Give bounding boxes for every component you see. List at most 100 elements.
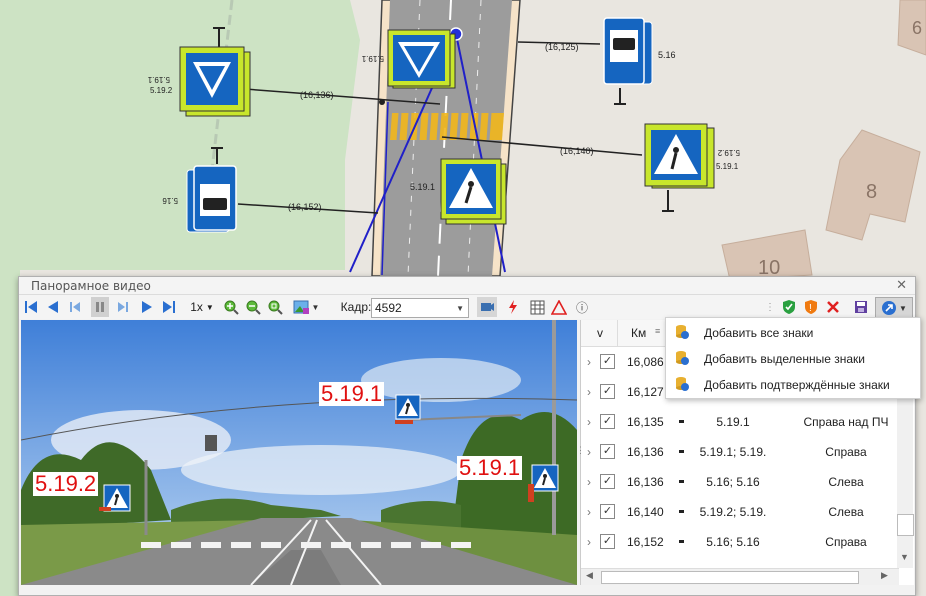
row-checkbox[interactable]: ✓: [600, 414, 615, 429]
horizontal-scrollbar[interactable]: ◀ ▶: [581, 568, 899, 585]
scroll-right-icon[interactable]: ▶: [881, 570, 888, 581]
column-header-km[interactable]: Км: [631, 326, 646, 340]
side-cell: Справа над ПЧ: [803, 415, 889, 429]
side-cell: Слева: [828, 505, 864, 519]
table-row[interactable]: › ✓ 16,136 5.19.1; 5.19. Справа: [581, 437, 911, 467]
menu-item-add-selected-signs[interactable]: Добавить выделенные знаки: [666, 345, 920, 371]
house-number-6: 6: [912, 18, 922, 38]
crosswalk-sign-icon[interactable]: [528, 464, 560, 506]
sign-code-label: 5.19.1: [361, 54, 384, 63]
database-add-icon: [676, 325, 689, 339]
menu-item-add-all-signs[interactable]: Добавить все знаки: [666, 319, 920, 345]
crosswalk-sign-icon[interactable]: [395, 394, 425, 424]
sign-code-cell: 5.19.2; 5.19.: [699, 505, 767, 519]
menu-item-add-confirmed-signs[interactable]: Добавить подтверждённые знаки: [666, 371, 920, 397]
sign-code-label: 5.16: [162, 196, 178, 205]
confirm-shield-icon[interactable]: [781, 297, 797, 317]
distance-label: (16,125): [545, 42, 579, 52]
distance-label: (16,140): [560, 146, 594, 156]
row-checkbox[interactable]: ✓: [600, 474, 615, 489]
panorama-video-frame[interactable]: 5.19.1 5.19.1 5.19.2: [21, 320, 577, 585]
delete-icon[interactable]: [825, 297, 841, 317]
sign-code-label: 5.19.2: [150, 86, 173, 95]
sort-icon[interactable]: ≡: [655, 326, 660, 336]
table-row[interactable]: › ✓ 16,136 5.16; 5.16 Слева: [581, 467, 911, 497]
first-frame-button[interactable]: [23, 297, 39, 317]
expand-icon[interactable]: ›: [587, 505, 591, 519]
expand-icon[interactable]: ›: [587, 445, 591, 459]
video-sign-label[interactable]: 5.19.1: [457, 456, 523, 480]
save-icon[interactable]: [853, 297, 869, 317]
warning-triangle-icon[interactable]: [551, 297, 567, 317]
step-forward-button[interactable]: [115, 297, 131, 317]
table-row[interactable]: › ✓ 16,152 5.16; 5.16 Справа: [581, 527, 911, 557]
row-checkbox[interactable]: ✓: [600, 354, 615, 369]
chevron-down-icon: ▼: [205, 302, 214, 312]
expand-icon[interactable]: ›: [587, 535, 591, 549]
row-checkbox[interactable]: ✓: [600, 444, 615, 459]
step-back-button[interactable]: [67, 297, 83, 317]
splitter[interactable]: ⋮: [576, 320, 585, 585]
scroll-down-icon[interactable]: ▼: [900, 552, 909, 562]
close-button[interactable]: ✕: [896, 277, 907, 293]
frame-value: 4592: [375, 301, 402, 315]
window-title-bar: Панорамное видео ✕: [19, 277, 915, 295]
scroll-left-icon[interactable]: ◀: [586, 570, 593, 581]
expand-icon[interactable]: ›: [587, 415, 591, 429]
table-row[interactable]: › ✓ 16,135 5.19.1 Справа над ПЧ: [581, 407, 911, 437]
side-cell: Справа: [825, 535, 867, 549]
row-checkbox[interactable]: ✓: [600, 384, 615, 399]
info-icon[interactable]: ⓘ: [575, 297, 589, 317]
chevron-down-icon: ▼: [456, 303, 464, 313]
row-checkbox[interactable]: ✓: [600, 504, 615, 519]
camera-button[interactable]: [477, 297, 497, 317]
svg-text:!: !: [809, 303, 812, 314]
menu-item-label: Добавить подтверждённые знаки: [704, 378, 890, 392]
last-frame-button[interactable]: [161, 297, 177, 317]
toolbar: 1x ▼ ▼ Кадр: 4592 ▼ ⓘ ⋮ ! ▼: [19, 295, 915, 319]
row-checkbox[interactable]: ✓: [600, 534, 615, 549]
zoom-out-button[interactable]: [245, 297, 261, 317]
crosswalk-sign-icon[interactable]: [99, 484, 133, 512]
distance-label: (16,152): [288, 202, 322, 212]
sign-code-label: 5.19.1: [147, 75, 170, 84]
scroll-thumb[interactable]: [601, 571, 859, 584]
sign-marker-icon: [679, 510, 684, 513]
speed-value: 1x: [190, 300, 203, 314]
warning-shield-icon[interactable]: !: [803, 297, 819, 317]
km-cell: 16,135: [627, 415, 664, 429]
expand-icon[interactable]: ›: [587, 475, 591, 489]
previous-frame-button[interactable]: [45, 297, 61, 317]
grid-table-icon[interactable]: [529, 297, 545, 317]
image-settings-button[interactable]: ▼: [291, 297, 321, 317]
house-number-8: 8: [866, 181, 877, 203]
add-signs-menu: Добавить все знаки Добавить выделенные з…: [665, 317, 921, 399]
sign-code-label: 5.19.1: [410, 182, 435, 192]
pause-button[interactable]: [91, 297, 109, 317]
sign-marker-icon: [679, 480, 684, 483]
sign-code-cell: 5.16; 5.16: [706, 475, 760, 489]
column-header-v[interactable]: v: [597, 326, 603, 340]
km-cell: 16,152: [627, 535, 664, 549]
add-signs-dropdown-button[interactable]: ▼: [875, 297, 913, 319]
expand-icon[interactable]: ›: [587, 355, 591, 369]
frame-input[interactable]: 4592 ▼: [371, 298, 469, 318]
sign-marker-icon: [679, 420, 684, 423]
speed-select[interactable]: 1x ▼: [187, 297, 217, 317]
video-sign-label[interactable]: 5.19.1: [319, 382, 385, 406]
km-cell: 16,127: [627, 385, 664, 399]
frame-label: Кадр:: [340, 300, 372, 314]
table-row[interactable]: › ✓ 16,140 5.19.2; 5.19. Слева: [581, 497, 911, 527]
scroll-thumb[interactable]: [897, 514, 914, 536]
sign-code-label: 5.19.1: [716, 162, 739, 171]
km-cell: 16,086: [627, 355, 664, 369]
km-cell: 16,136: [627, 475, 664, 489]
sign-code-label: 5.19.2: [717, 148, 740, 157]
lightning-icon[interactable]: [505, 297, 521, 317]
video-sign-label[interactable]: 5.19.2: [33, 472, 99, 496]
next-frame-button[interactable]: [139, 297, 155, 317]
side-cell: Справа: [825, 445, 867, 459]
expand-icon[interactable]: ›: [587, 385, 591, 399]
zoom-in-button[interactable]: [223, 297, 239, 317]
zoom-fit-button[interactable]: [267, 297, 283, 317]
